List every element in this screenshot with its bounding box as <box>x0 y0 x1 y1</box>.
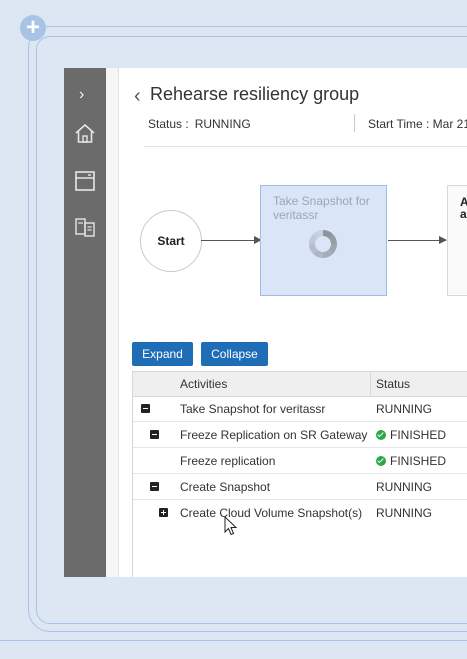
chevron-right-icon[interactable]: › <box>79 86 84 104</box>
header-separator <box>354 114 355 132</box>
status-label: Status : <box>148 117 189 131</box>
column-header-status[interactable]: Status <box>376 377 410 391</box>
task-node-label-line2: veritassr <box>273 208 319 222</box>
status-cell: FINISHED <box>376 454 446 468</box>
activity-cell: Take Snapshot for veritassr <box>180 402 326 416</box>
activity-cell: Freeze Replication on SR Gateway <box>180 428 368 442</box>
server-icon[interactable] <box>73 215 97 239</box>
table-header: Activities Status <box>133 371 467 397</box>
back-chevron-icon[interactable]: ‹ <box>134 85 141 108</box>
status-field: Status : RUNNING <box>148 117 251 131</box>
task-node-next-line2: a <box>460 207 467 221</box>
start-node[interactable]: Start <box>140 210 202 272</box>
collapse-toggle-icon[interactable] <box>141 404 150 413</box>
loading-spinner-icon <box>309 230 337 258</box>
status-cell: RUNNING <box>376 480 432 494</box>
task-node-next-label: A a <box>460 196 467 220</box>
table-row[interactable]: Freeze Replication on SR Gateway FINISHE… <box>133 422 467 448</box>
task-node-label: Take Snapshot for veritassr <box>273 194 370 222</box>
success-check-icon <box>376 456 386 466</box>
column-header-activities[interactable]: Activities <box>180 377 227 391</box>
table-row[interactable]: Create Cloud Volume Snapshot(s) RUNNING <box>133 500 467 525</box>
task-node-label-line1: Take Snapshot for <box>273 194 370 208</box>
header-divider <box>144 146 467 147</box>
activities-table: Activities Status Take Snapshot for veri… <box>132 371 467 577</box>
collapse-toggle-icon[interactable] <box>150 430 159 439</box>
collapse-toggle-icon[interactable] <box>150 482 159 491</box>
plus-icon: + <box>20 15 46 41</box>
home-icon[interactable] <box>73 122 97 146</box>
status-text: FINISHED <box>390 428 447 442</box>
activity-cell: Create Cloud Volume Snapshot(s) <box>180 506 363 520</box>
start-time-field: Start Time : Mar 21, <box>368 117 467 131</box>
flow-arrow <box>388 236 447 244</box>
mouse-cursor-icon <box>224 516 238 536</box>
column-divider[interactable] <box>370 372 371 396</box>
app-window: › ‹ Rehearse resiliency group Status : RU… <box>64 68 467 577</box>
expand-button[interactable]: Expand <box>132 342 193 366</box>
activity-cell: Freeze replication <box>180 454 276 468</box>
status-cell: RUNNING <box>376 506 432 520</box>
page-title: Rehearse resiliency group <box>150 84 360 104</box>
sidebar: › <box>64 68 106 577</box>
table-row[interactable]: Create Snapshot RUNNING <box>133 474 467 500</box>
task-node-next[interactable]: A a <box>447 185 467 296</box>
status-text: FINISHED <box>390 454 447 468</box>
status-value: RUNNING <box>194 117 251 131</box>
device-frame-base <box>0 640 467 641</box>
activity-cell: Create Snapshot <box>180 480 271 494</box>
collapse-button[interactable]: Collapse <box>201 342 268 366</box>
sidebar-divider <box>106 68 119 577</box>
status-cell: FINISHED <box>376 428 446 442</box>
task-node-take-snapshot[interactable]: Take Snapshot for veritassr <box>260 185 387 296</box>
flow-arrow <box>201 236 262 244</box>
status-cell: RUNNING <box>376 402 432 416</box>
success-check-icon <box>376 430 386 440</box>
window-icon[interactable] <box>73 169 97 193</box>
table-row[interactable]: Take Snapshot for veritassr RUNNING <box>133 396 467 422</box>
table-row[interactable]: Freeze replication FINISHED <box>133 448 467 474</box>
expand-toggle-icon[interactable] <box>159 508 168 517</box>
